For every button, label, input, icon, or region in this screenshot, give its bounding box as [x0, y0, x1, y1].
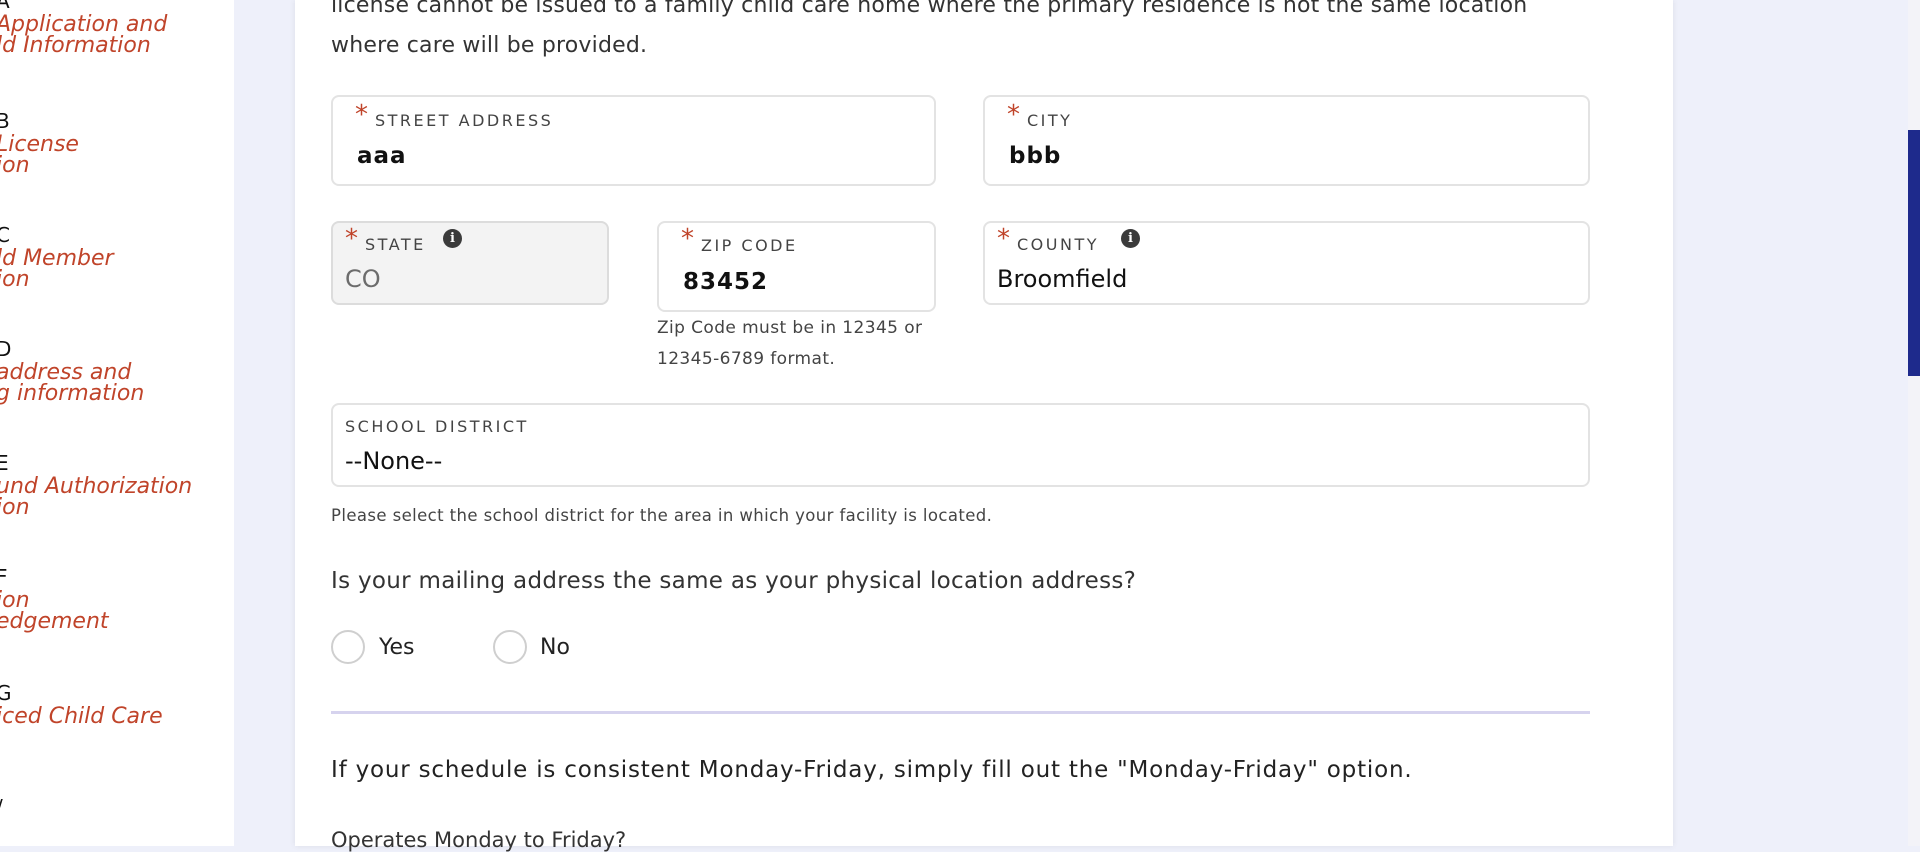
- section-divider: [331, 711, 1590, 714]
- zip-code-input[interactable]: 83452: [683, 269, 768, 295]
- intro-text: license cannot be issued to a family chi…: [331, 0, 1631, 66]
- scrollbar-track[interactable]: [1908, 0, 1920, 846]
- radio-yes-label[interactable]: Yes: [379, 635, 415, 660]
- required-marker: *: [355, 100, 368, 130]
- mailing-address-question: Is your mailing address the same as your…: [331, 568, 1137, 594]
- step-title[interactable]: address and g information: [0, 362, 144, 405]
- school-district-field[interactable]: SCHOOL DISTRICT --None--: [331, 403, 1590, 487]
- city-field[interactable]: * CITY bbb: [983, 95, 1590, 186]
- required-marker: *: [681, 224, 694, 254]
- operates-question: Operates Monday to Friday?: [331, 828, 627, 852]
- state-label: STATE: [365, 235, 426, 254]
- step-letter: E: [0, 451, 9, 475]
- step-letter: /: [0, 796, 3, 818]
- step-title[interactable]: Application and ld Information: [0, 14, 167, 57]
- school-district-help: Please select the school district for th…: [331, 506, 993, 525]
- street-address-field[interactable]: * STREET ADDRESS aaa: [331, 95, 936, 186]
- school-district-select[interactable]: --None--: [345, 447, 442, 475]
- required-marker: *: [1007, 100, 1020, 130]
- step-title[interactable]: License ion: [0, 134, 79, 177]
- step-letter: F: [0, 565, 8, 589]
- county-label: COUNTY: [1017, 235, 1099, 254]
- zip-code-help: Zip Code must be in 12345 or 12345-6789 …: [657, 313, 922, 375]
- state-field: * STATE i CO: [331, 221, 609, 305]
- zip-help-line-2: 12345-6789 format.: [657, 349, 836, 369]
- required-marker: *: [345, 224, 358, 254]
- step-letter: A: [0, 0, 10, 13]
- scrollbar-thumb[interactable]: [1908, 130, 1920, 376]
- step-letter: C: [0, 223, 10, 247]
- step-letter: G: [0, 681, 12, 705]
- sidebar-step-b[interactable]: B License ion: [0, 109, 79, 177]
- county-field[interactable]: * COUNTY i Broomfield: [983, 221, 1590, 305]
- sidebar-step-a[interactable]: A Application and ld Information: [0, 0, 167, 57]
- city-input[interactable]: bbb: [1009, 143, 1061, 169]
- radio-no-label[interactable]: No: [540, 635, 570, 660]
- county-select[interactable]: Broomfield: [997, 265, 1127, 293]
- step-letter: B: [0, 109, 10, 133]
- sidebar-step-f[interactable]: F ion edgement: [0, 565, 109, 633]
- zip-code-field[interactable]: * ZIP CODE 83452: [657, 221, 936, 312]
- city-label: CITY: [1027, 111, 1073, 130]
- radio-no[interactable]: [493, 630, 527, 664]
- state-value: CO: [345, 265, 381, 293]
- step-title[interactable]: und Authorization ion: [0, 476, 192, 519]
- sidebar-step-d[interactable]: D address and g information: [0, 337, 144, 405]
- intro-line-1: license cannot be issued to a family chi…: [331, 0, 1528, 18]
- zip-help-line-1: Zip Code must be in 12345 or: [657, 318, 923, 338]
- sidebar-step-g[interactable]: G iced Child Care: [0, 681, 163, 728]
- form-card: license cannot be issued to a family chi…: [295, 0, 1673, 852]
- intro-line-2: where care will be provided.: [331, 33, 648, 58]
- step-title[interactable]: iced Child Care: [0, 706, 163, 728]
- sidebar-steps: A Application and ld Information B Licen…: [0, 0, 234, 846]
- sidebar-step-h[interactable]: /: [0, 796, 3, 818]
- step-letter: D: [0, 337, 12, 361]
- step-title[interactable]: ld Member ion: [0, 248, 114, 291]
- street-address-input[interactable]: aaa: [357, 143, 407, 169]
- street-address-label: STREET ADDRESS: [375, 111, 554, 130]
- info-icon[interactable]: i: [443, 229, 462, 248]
- step-title[interactable]: ion edgement: [0, 590, 109, 633]
- sidebar-step-e[interactable]: E und Authorization ion: [0, 451, 192, 519]
- sidebar-step-c[interactable]: C ld Member ion: [0, 223, 114, 291]
- info-icon[interactable]: i: [1121, 229, 1140, 248]
- required-marker: *: [997, 224, 1010, 254]
- zip-code-label: ZIP CODE: [701, 236, 798, 255]
- radio-yes[interactable]: [331, 630, 365, 664]
- schedule-note: If your schedule is consistent Monday-Fr…: [331, 757, 1413, 783]
- school-district-label: SCHOOL DISTRICT: [345, 417, 529, 436]
